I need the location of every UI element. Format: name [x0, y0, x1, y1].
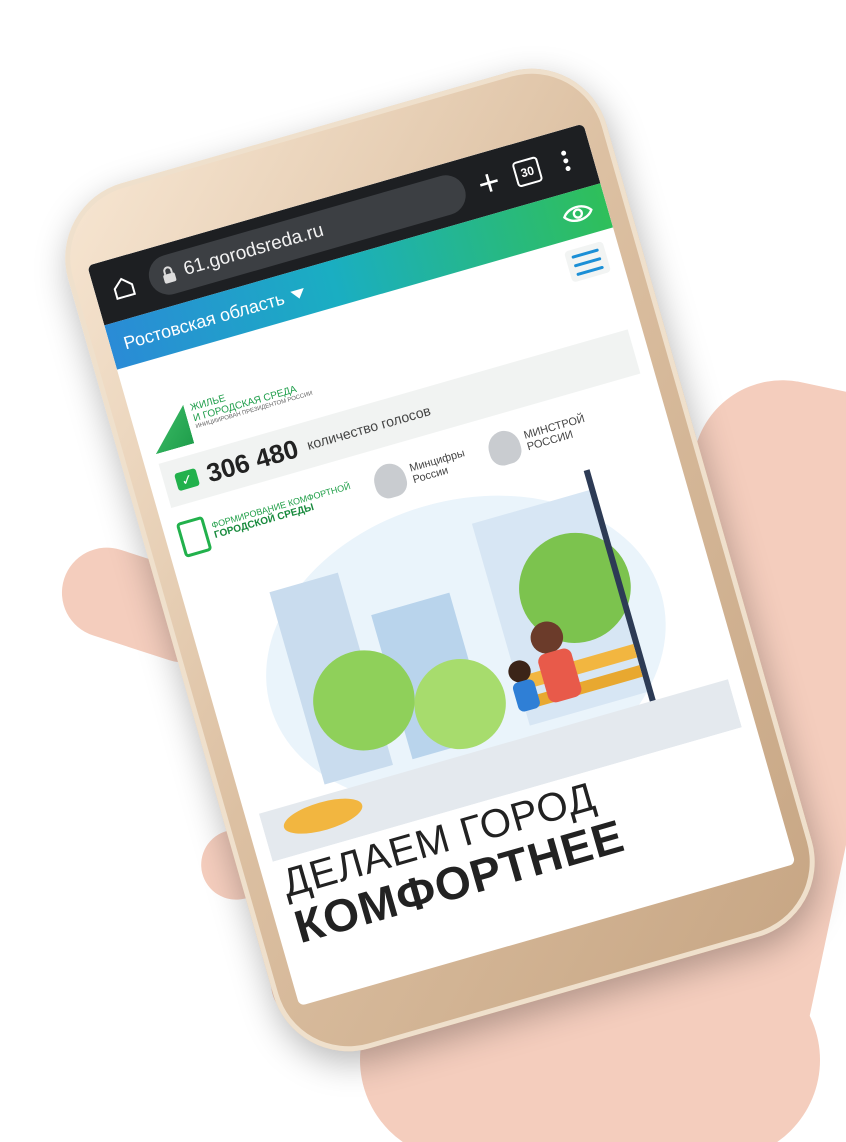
check-icon: ✓: [173, 467, 201, 492]
phone: 61.gorodsreda.ru 30 Ростовская область Ж…: [46, 50, 834, 1070]
partner-minstroy[interactable]: МИНСТРОЙ РОССИИ: [484, 408, 591, 469]
tabs-icon: 30: [511, 155, 544, 188]
partner-mintsifry[interactable]: Минцифры России: [370, 443, 471, 502]
partner-label: Минцифры России: [408, 447, 469, 486]
home-icon[interactable]: [103, 267, 145, 309]
photo-stage: 61.gorodsreda.ru 30 Ростовская область Ж…: [0, 0, 846, 1142]
lock-icon: [159, 264, 179, 286]
menu-icon[interactable]: [563, 240, 612, 283]
more-icon[interactable]: [547, 140, 585, 181]
plus-icon[interactable]: [470, 162, 508, 203]
tabs-button[interactable]: 30: [508, 151, 546, 192]
dropdown-icon: [290, 287, 307, 300]
phone-screen: 61.gorodsreda.ru 30 Ростовская область Ж…: [87, 123, 796, 1007]
fkgs-icon: [175, 515, 213, 559]
partner-label: МИНСТРОЙ РОССИИ: [522, 413, 589, 454]
emblem-icon: [370, 459, 411, 502]
emblem-icon: [484, 427, 525, 469]
eye-icon[interactable]: [559, 199, 596, 229]
